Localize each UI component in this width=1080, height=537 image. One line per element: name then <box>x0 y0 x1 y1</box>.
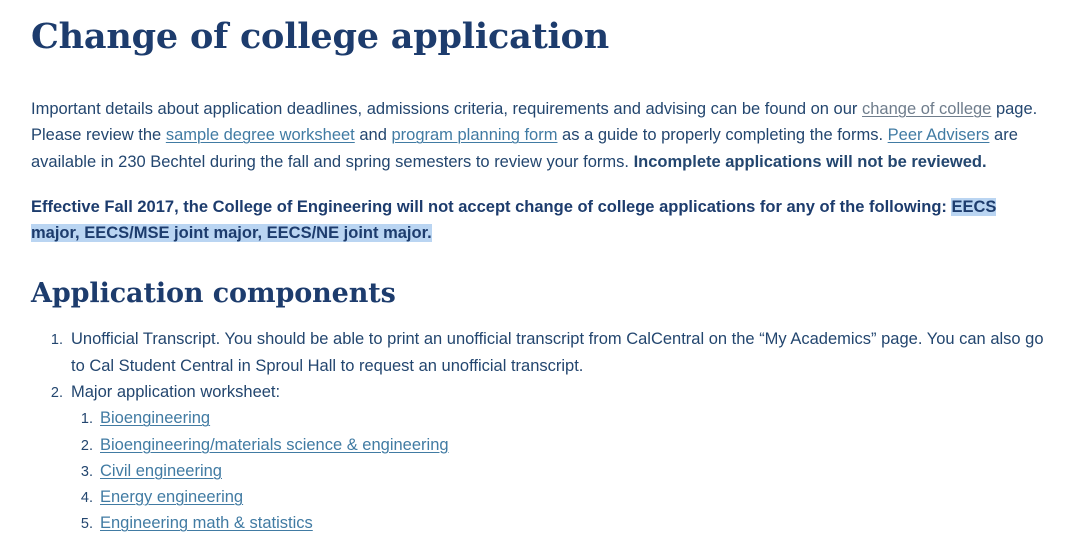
list-item: Major application worksheet: Bioengineer… <box>67 379 1049 536</box>
intro-text-segment-3: and <box>354 126 392 145</box>
application-components-list: Unofficial Transcript. You should be abl… <box>31 312 1049 536</box>
link-program-planning-form[interactable]: program planning form <box>391 126 557 144</box>
application-components-heading: Application components <box>31 278 396 310</box>
list-item: Unofficial Transcript. You should be abl… <box>67 326 1049 379</box>
intro-paragraph: Important details about application dead… <box>31 58 1049 175</box>
list-item: Engineering math & statistics <box>97 510 1049 536</box>
document-page: Change of college application Important … <box>0 0 1080 536</box>
link-major-energy-engineering[interactable]: Energy engineering <box>100 488 243 506</box>
eecs-notice-paragraph: Effective Fall 2017, the College of Engi… <box>31 175 1031 247</box>
major-worksheet-list: Bioengineering Bioengineering/materials … <box>71 405 1049 536</box>
list-item: Energy engineering <box>97 484 1049 510</box>
list-item: Bioengineering/materials science & engin… <box>97 432 1049 458</box>
intro-bold-warning: Incomplete applications will not be revi… <box>633 152 987 171</box>
notice-text-plain: Effective Fall 2017, the College of Engi… <box>31 197 952 216</box>
link-peer-advisers[interactable]: Peer Advisers <box>888 126 990 144</box>
link-major-bioengineering[interactable]: Bioengineering <box>100 409 210 427</box>
component-item-text: Unofficial Transcript. You should be abl… <box>71 330 1044 375</box>
intro-text-segment-1: Important details about application dead… <box>31 100 862 118</box>
list-item: Civil engineering <box>97 458 1049 484</box>
link-change-of-college[interactable]: change of college <box>862 100 991 118</box>
link-major-engineering-math-statistics[interactable]: Engineering math & statistics <box>100 514 313 532</box>
component-item-text: Major application worksheet: <box>71 383 281 402</box>
page-title: Change of college application <box>31 16 610 57</box>
list-item: Bioengineering <box>97 405 1049 431</box>
link-sample-degree-worksheet[interactable]: sample degree worksheet <box>166 126 355 144</box>
intro-text-segment-4: as a guide to properly completing the fo… <box>557 126 888 145</box>
link-major-bioengineering-materials-science-engineering[interactable]: Bioengineering/materials science & engin… <box>100 436 449 454</box>
link-major-civil-engineering[interactable]: Civil engineering <box>100 462 222 480</box>
